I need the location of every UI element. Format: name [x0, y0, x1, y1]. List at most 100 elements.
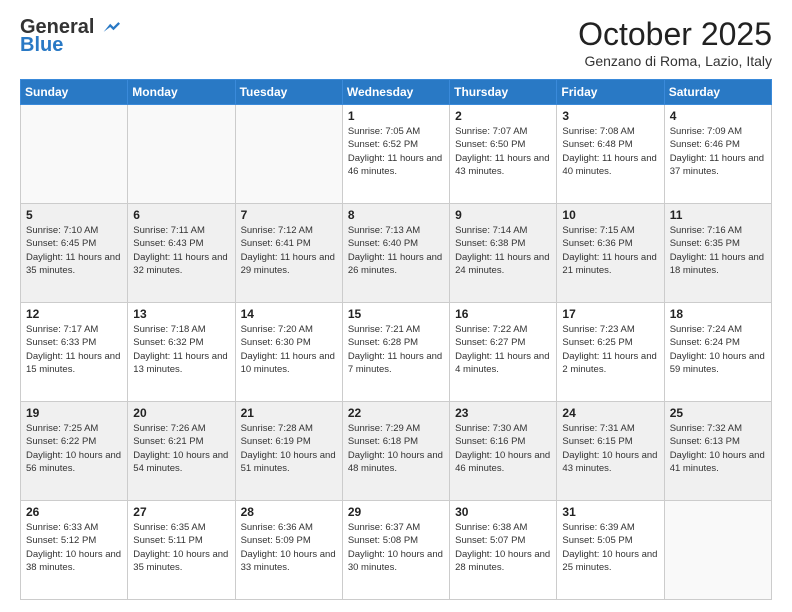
day-number: 5	[26, 208, 122, 222]
day-number: 21	[241, 406, 337, 420]
day-number: 4	[670, 109, 766, 123]
table-row	[128, 105, 235, 204]
col-saturday: Saturday	[664, 80, 771, 105]
day-number: 9	[455, 208, 551, 222]
calendar-table: Sunday Monday Tuesday Wednesday Thursday…	[20, 79, 772, 600]
day-info: Sunrise: 7:13 AM Sunset: 6:40 PM Dayligh…	[348, 224, 444, 277]
calendar-week-row: 12Sunrise: 7:17 AM Sunset: 6:33 PM Dayli…	[21, 303, 772, 402]
day-info: Sunrise: 7:22 AM Sunset: 6:27 PM Dayligh…	[455, 323, 551, 376]
table-row: 4Sunrise: 7:09 AM Sunset: 6:46 PM Daylig…	[664, 105, 771, 204]
day-number: 3	[562, 109, 658, 123]
table-row: 15 Sunrise: 7:21 AM Sunset: 6:28 PM Dayli…	[342, 303, 449, 402]
day-info: Sunrise: 7:24 AM Sunset: 6:24 PM Dayligh…	[670, 323, 766, 376]
header: General Blue October 2025 Genzano di Rom…	[20, 16, 772, 69]
table-row: 31Sunrise: 6:39 AM Sunset: 5:05 PM Dayli…	[557, 501, 664, 600]
table-row: 8 Sunrise: 7:13 AM Sunset: 6:40 PM Daylig…	[342, 204, 449, 303]
day-number: 1	[348, 109, 444, 123]
table-row: 9 Sunrise: 7:14 AM Sunset: 6:38 PM Daylig…	[450, 204, 557, 303]
day-info: Sunrise: 7:25 AM Sunset: 6:22 PM Dayligh…	[26, 422, 122, 475]
table-row: 6 Sunrise: 7:11 AM Sunset: 6:43 PM Daylig…	[128, 204, 235, 303]
day-number: 22	[348, 406, 444, 420]
day-number: 26	[26, 505, 122, 519]
day-number: 31	[562, 505, 658, 519]
table-row: 13Sunrise: 7:18 AM Sunset: 6:32 PM Dayli…	[128, 303, 235, 402]
col-wednesday: Wednesday	[342, 80, 449, 105]
day-info: Sunrise: 7:16 AM Sunset: 6:35 PM Dayligh…	[670, 224, 766, 277]
location: Genzano di Roma, Lazio, Italy	[578, 53, 772, 69]
col-friday: Friday	[557, 80, 664, 105]
page: General Blue October 2025 Genzano di Rom…	[0, 0, 792, 612]
col-thursday: Thursday	[450, 80, 557, 105]
day-number: 8	[348, 208, 444, 222]
day-number: 10	[562, 208, 658, 222]
day-number: 30	[455, 505, 551, 519]
table-row: 7 Sunrise: 7:12 AM Sunset: 6:41 PM Daylig…	[235, 204, 342, 303]
table-row: 14 Sunrise: 7:20 AM Sunset: 6:30 PM Dayli…	[235, 303, 342, 402]
day-info: Sunrise: 7:30 AM Sunset: 6:16 PM Dayligh…	[455, 422, 551, 475]
table-row: 21 Sunrise: 7:28 AM Sunset: 6:19 PM Dayli…	[235, 402, 342, 501]
day-number: 16	[455, 307, 551, 321]
day-info: Sunrise: 7:21 AM Sunset: 6:28 PM Dayligh…	[348, 323, 444, 376]
day-info: Sunrise: 6:38 AM Sunset: 5:07 PM Dayligh…	[455, 521, 551, 574]
logo: General Blue	[20, 16, 120, 57]
month-title: October 2025	[578, 16, 772, 53]
table-row: 18 Sunrise: 7:24 AM Sunset: 6:24 PM Dayli…	[664, 303, 771, 402]
day-info: Sunrise: 7:15 AM Sunset: 6:36 PM Dayligh…	[562, 224, 658, 277]
table-row: 22Sunrise: 7:29 AM Sunset: 6:18 PM Dayli…	[342, 402, 449, 501]
day-info: Sunrise: 6:33 AM Sunset: 5:12 PM Dayligh…	[26, 521, 122, 574]
table-row: 24 Sunrise: 7:31 AM Sunset: 6:15 PM Dayli…	[557, 402, 664, 501]
day-info: Sunrise: 7:08 AM Sunset: 6:48 PM Dayligh…	[562, 125, 658, 178]
col-tuesday: Tuesday	[235, 80, 342, 105]
calendar-header-row: Sunday Monday Tuesday Wednesday Thursday…	[21, 80, 772, 105]
day-number: 27	[133, 505, 229, 519]
table-row: 17Sunrise: 7:23 AM Sunset: 6:25 PM Dayli…	[557, 303, 664, 402]
table-row: 1 Sunrise: 7:05 AM Sunset: 6:52 PM Daylig…	[342, 105, 449, 204]
day-info: Sunrise: 7:14 AM Sunset: 6:38 PM Dayligh…	[455, 224, 551, 277]
day-number: 7	[241, 208, 337, 222]
table-row: 29Sunrise: 6:37 AM Sunset: 5:08 PM Dayli…	[342, 501, 449, 600]
table-row: 12Sunrise: 7:17 AM Sunset: 6:33 PM Dayli…	[21, 303, 128, 402]
table-row: 19Sunrise: 7:25 AM Sunset: 6:22 PM Dayli…	[21, 402, 128, 501]
table-row: 28Sunrise: 6:36 AM Sunset: 5:09 PM Dayli…	[235, 501, 342, 600]
day-number: 14	[241, 307, 337, 321]
day-number: 17	[562, 307, 658, 321]
day-number: 20	[133, 406, 229, 420]
calendar-week-row: 19Sunrise: 7:25 AM Sunset: 6:22 PM Dayli…	[21, 402, 772, 501]
day-info: Sunrise: 7:26 AM Sunset: 6:21 PM Dayligh…	[133, 422, 229, 475]
day-number: 11	[670, 208, 766, 222]
day-number: 28	[241, 505, 337, 519]
day-info: Sunrise: 7:11 AM Sunset: 6:43 PM Dayligh…	[133, 224, 229, 277]
day-info: Sunrise: 7:12 AM Sunset: 6:41 PM Dayligh…	[241, 224, 337, 277]
day-number: 18	[670, 307, 766, 321]
logo-blue-text: Blue	[20, 34, 63, 57]
day-number: 24	[562, 406, 658, 420]
day-info: Sunrise: 7:20 AM Sunset: 6:30 PM Dayligh…	[241, 323, 337, 376]
logo-bird-icon	[102, 20, 120, 34]
day-number: 2	[455, 109, 551, 123]
calendar-week-row: 26 Sunrise: 6:33 AM Sunset: 5:12 PM Dayli…	[21, 501, 772, 600]
table-row: 11 Sunrise: 7:16 AM Sunset: 6:35 PM Dayli…	[664, 204, 771, 303]
table-row: 20 Sunrise: 7:26 AM Sunset: 6:21 PM Dayli…	[128, 402, 235, 501]
day-number: 25	[670, 406, 766, 420]
table-row	[235, 105, 342, 204]
day-info: Sunrise: 6:35 AM Sunset: 5:11 PM Dayligh…	[133, 521, 229, 574]
table-row: 25Sunrise: 7:32 AM Sunset: 6:13 PM Dayli…	[664, 402, 771, 501]
day-number: 6	[133, 208, 229, 222]
table-row: 16 Sunrise: 7:22 AM Sunset: 6:27 PM Dayli…	[450, 303, 557, 402]
table-row	[21, 105, 128, 204]
day-info: Sunrise: 7:28 AM Sunset: 6:19 PM Dayligh…	[241, 422, 337, 475]
table-row	[664, 501, 771, 600]
calendar-week-row: 1 Sunrise: 7:05 AM Sunset: 6:52 PM Daylig…	[21, 105, 772, 204]
col-sunday: Sunday	[21, 80, 128, 105]
table-row: 10 Sunrise: 7:15 AM Sunset: 6:36 PM Dayli…	[557, 204, 664, 303]
day-number: 15	[348, 307, 444, 321]
calendar-week-row: 5 Sunrise: 7:10 AM Sunset: 6:45 PM Daylig…	[21, 204, 772, 303]
day-info: Sunrise: 6:37 AM Sunset: 5:08 PM Dayligh…	[348, 521, 444, 574]
day-info: Sunrise: 7:17 AM Sunset: 6:33 PM Dayligh…	[26, 323, 122, 376]
day-info: Sunrise: 7:10 AM Sunset: 6:45 PM Dayligh…	[26, 224, 122, 277]
day-number: 23	[455, 406, 551, 420]
table-row: 30 Sunrise: 6:38 AM Sunset: 5:07 PM Dayli…	[450, 501, 557, 600]
day-info: Sunrise: 7:05 AM Sunset: 6:52 PM Dayligh…	[348, 125, 444, 178]
table-row: 26 Sunrise: 6:33 AM Sunset: 5:12 PM Dayli…	[21, 501, 128, 600]
day-info: Sunrise: 7:31 AM Sunset: 6:15 PM Dayligh…	[562, 422, 658, 475]
